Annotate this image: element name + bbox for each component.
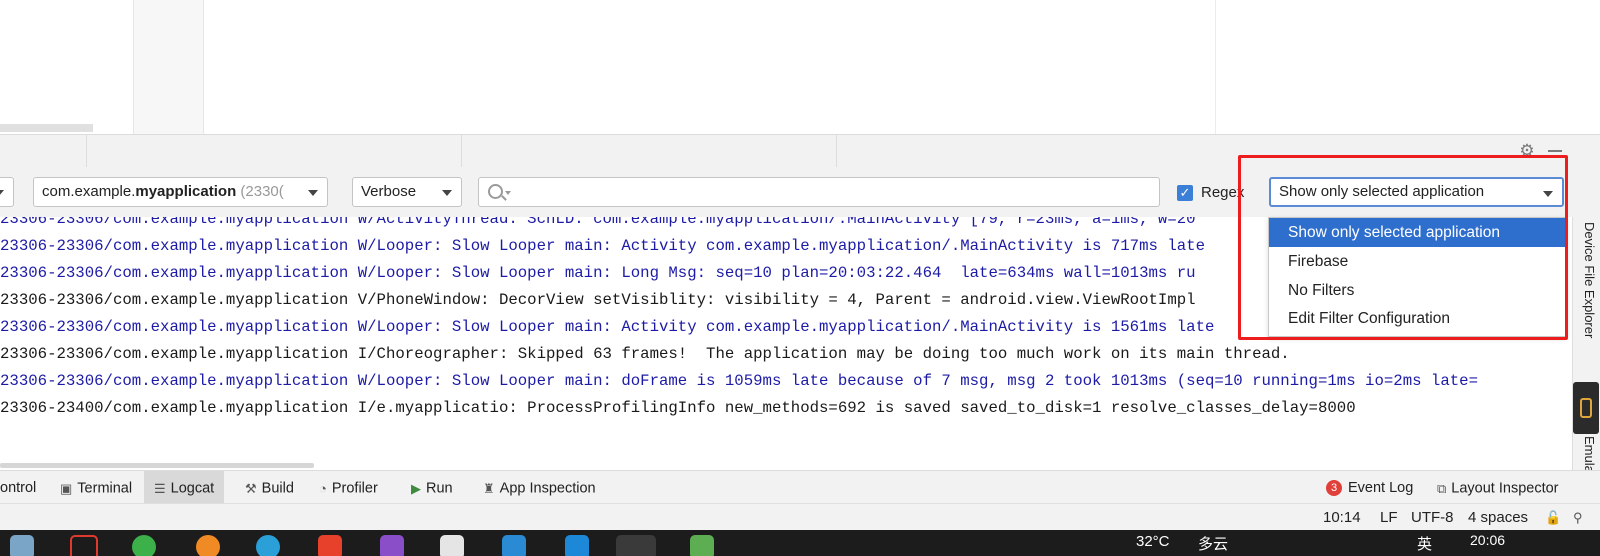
log-line: 23306-23306/com.example.myapplication W/… — [0, 318, 1215, 336]
chevron-down-icon — [0, 190, 4, 196]
terminal-label: Terminal — [77, 480, 133, 497]
log-horizontal-scrollbar[interactable] — [0, 463, 314, 468]
layout-inspector-icon: ⧉ — [1437, 481, 1447, 496]
clock-time[interactable]: 20:06 — [1470, 532, 1505, 548]
log-line: 23306-23306/com.example.myapplication W/… — [0, 372, 1479, 390]
visual-studio-icon[interactable] — [380, 535, 404, 556]
profiler-label: Profiler — [331, 480, 378, 497]
editor-horizontal-scrollbar[interactable] — [0, 124, 93, 132]
file-explorer-icon[interactable] — [10, 535, 34, 556]
app-icon[interactable] — [318, 535, 342, 556]
layout-inspector-label: Layout Inspector — [1451, 480, 1559, 497]
lock-icon[interactable]: 🔓 — [1545, 504, 1561, 531]
run-icon: ▶ — [411, 481, 421, 496]
app-icon-2[interactable] — [690, 535, 714, 556]
git-icon[interactable]: ⚲ — [1573, 504, 1583, 531]
regex-checkbox[interactable]: ✓ — [1177, 185, 1193, 201]
weather-temperature[interactable]: 32°C — [1136, 533, 1170, 550]
tool-window-build[interactable]: ⚒ Build — [245, 471, 294, 504]
build-label: Build — [261, 480, 294, 497]
app-inspection-icon: ♜ — [483, 481, 495, 496]
event-log-badge: 3 — [1326, 480, 1342, 497]
chevron-down-icon — [442, 190, 452, 196]
store-icon[interactable] — [502, 535, 526, 556]
line-ending[interactable]: LF — [1380, 504, 1398, 531]
log-line: 23306-23400/com.example.myapplication I/… — [0, 399, 1356, 417]
tool-window-bar: ontrol ▣ Terminal ☰ Logcat ⚒ Build ◔ Profile… — [0, 470, 1600, 504]
android-studio-icon[interactable] — [616, 535, 656, 556]
device-file-explorer-tab[interactable]: Device File Explorer — [1577, 222, 1597, 362]
search-app-icon[interactable] — [196, 535, 220, 556]
log-search-input[interactable] — [478, 177, 1160, 207]
highlight-annotation — [1238, 155, 1568, 340]
run-label: Run — [426, 480, 453, 497]
tool-window-profiler[interactable]: ◔ Profiler — [319, 471, 378, 504]
app-inspection-label: App Inspection — [499, 480, 596, 497]
search-history-icon[interactable] — [505, 191, 511, 195]
edge-icon[interactable] — [256, 535, 280, 556]
vscode-icon[interactable] — [565, 535, 589, 556]
input-method-indicator[interactable]: 英 — [1417, 533, 1432, 554]
caret-position[interactable]: 10:14 — [1323, 504, 1361, 531]
tool-window-event-log[interactable]: 3 Event Log — [1326, 471, 1413, 504]
status-bar: 10:14 LF UTF-8 4 spaces 🔓 ⚲ — [0, 503, 1600, 531]
tool-window-version-control[interactable]: ontrol — [0, 471, 36, 504]
tool-window-app-inspection[interactable]: ♜ App Inspection — [483, 471, 596, 504]
log-line: 23306-23306/com.example.myapplication W/… — [0, 217, 1196, 228]
log-line: 23306-23306/com.example.myapplication W/… — [0, 264, 1196, 282]
tool-window-logcat[interactable]: ☰ Logcat — [144, 471, 225, 504]
typora-icon[interactable] — [440, 535, 464, 556]
qq-icon[interactable] — [70, 535, 98, 556]
weather-condition[interactable]: 多云 — [1198, 533, 1228, 554]
file-encoding[interactable]: UTF-8 — [1411, 504, 1454, 531]
tool-window-run[interactable]: ▶ Run — [411, 471, 453, 504]
emulator-icon[interactable] — [1573, 382, 1599, 434]
editor-area — [0, 0, 1600, 134]
build-icon: ⚒ — [245, 481, 257, 496]
indent-setting[interactable]: 4 spaces — [1468, 504, 1528, 531]
tool-window-layout-inspector[interactable]: ⧉ Layout Inspector — [1437, 471, 1559, 504]
profiler-icon: ◔ — [319, 481, 327, 496]
wechat-icon[interactable] — [132, 535, 156, 556]
version-control-label: ontrol — [0, 480, 37, 496]
process-package-prefix: com.example. — [42, 183, 136, 200]
log-line: 23306-23306/com.example.myapplication W/… — [0, 237, 1205, 255]
log-level-value: Verbose — [361, 183, 417, 200]
process-pid: (2330( — [240, 183, 284, 200]
device-selector[interactable] — [0, 177, 14, 207]
process-package-name: myapplication — [135, 183, 237, 200]
process-selector[interactable]: com.example.myapplication (2330( — [33, 177, 328, 207]
log-line: 23306-23306/com.example.myapplication V/… — [0, 291, 1196, 309]
chevron-down-icon — [308, 190, 318, 196]
event-log-label: Event Log — [1348, 480, 1414, 496]
os-taskbar: 32°C 多云 英 20:06 — [0, 530, 1600, 556]
terminal-icon: ▣ — [60, 481, 73, 496]
log-level-selector[interactable]: Verbose — [352, 177, 462, 207]
tool-window-terminal[interactable]: ▣ Terminal — [60, 471, 132, 504]
logcat-label: Logcat — [170, 480, 215, 497]
minimize-icon[interactable] — [1548, 150, 1562, 152]
log-line: 23306-23306/com.example.myapplication I/… — [0, 345, 1290, 363]
logcat-icon: ☰ — [154, 481, 166, 496]
search-icon — [488, 184, 503, 199]
